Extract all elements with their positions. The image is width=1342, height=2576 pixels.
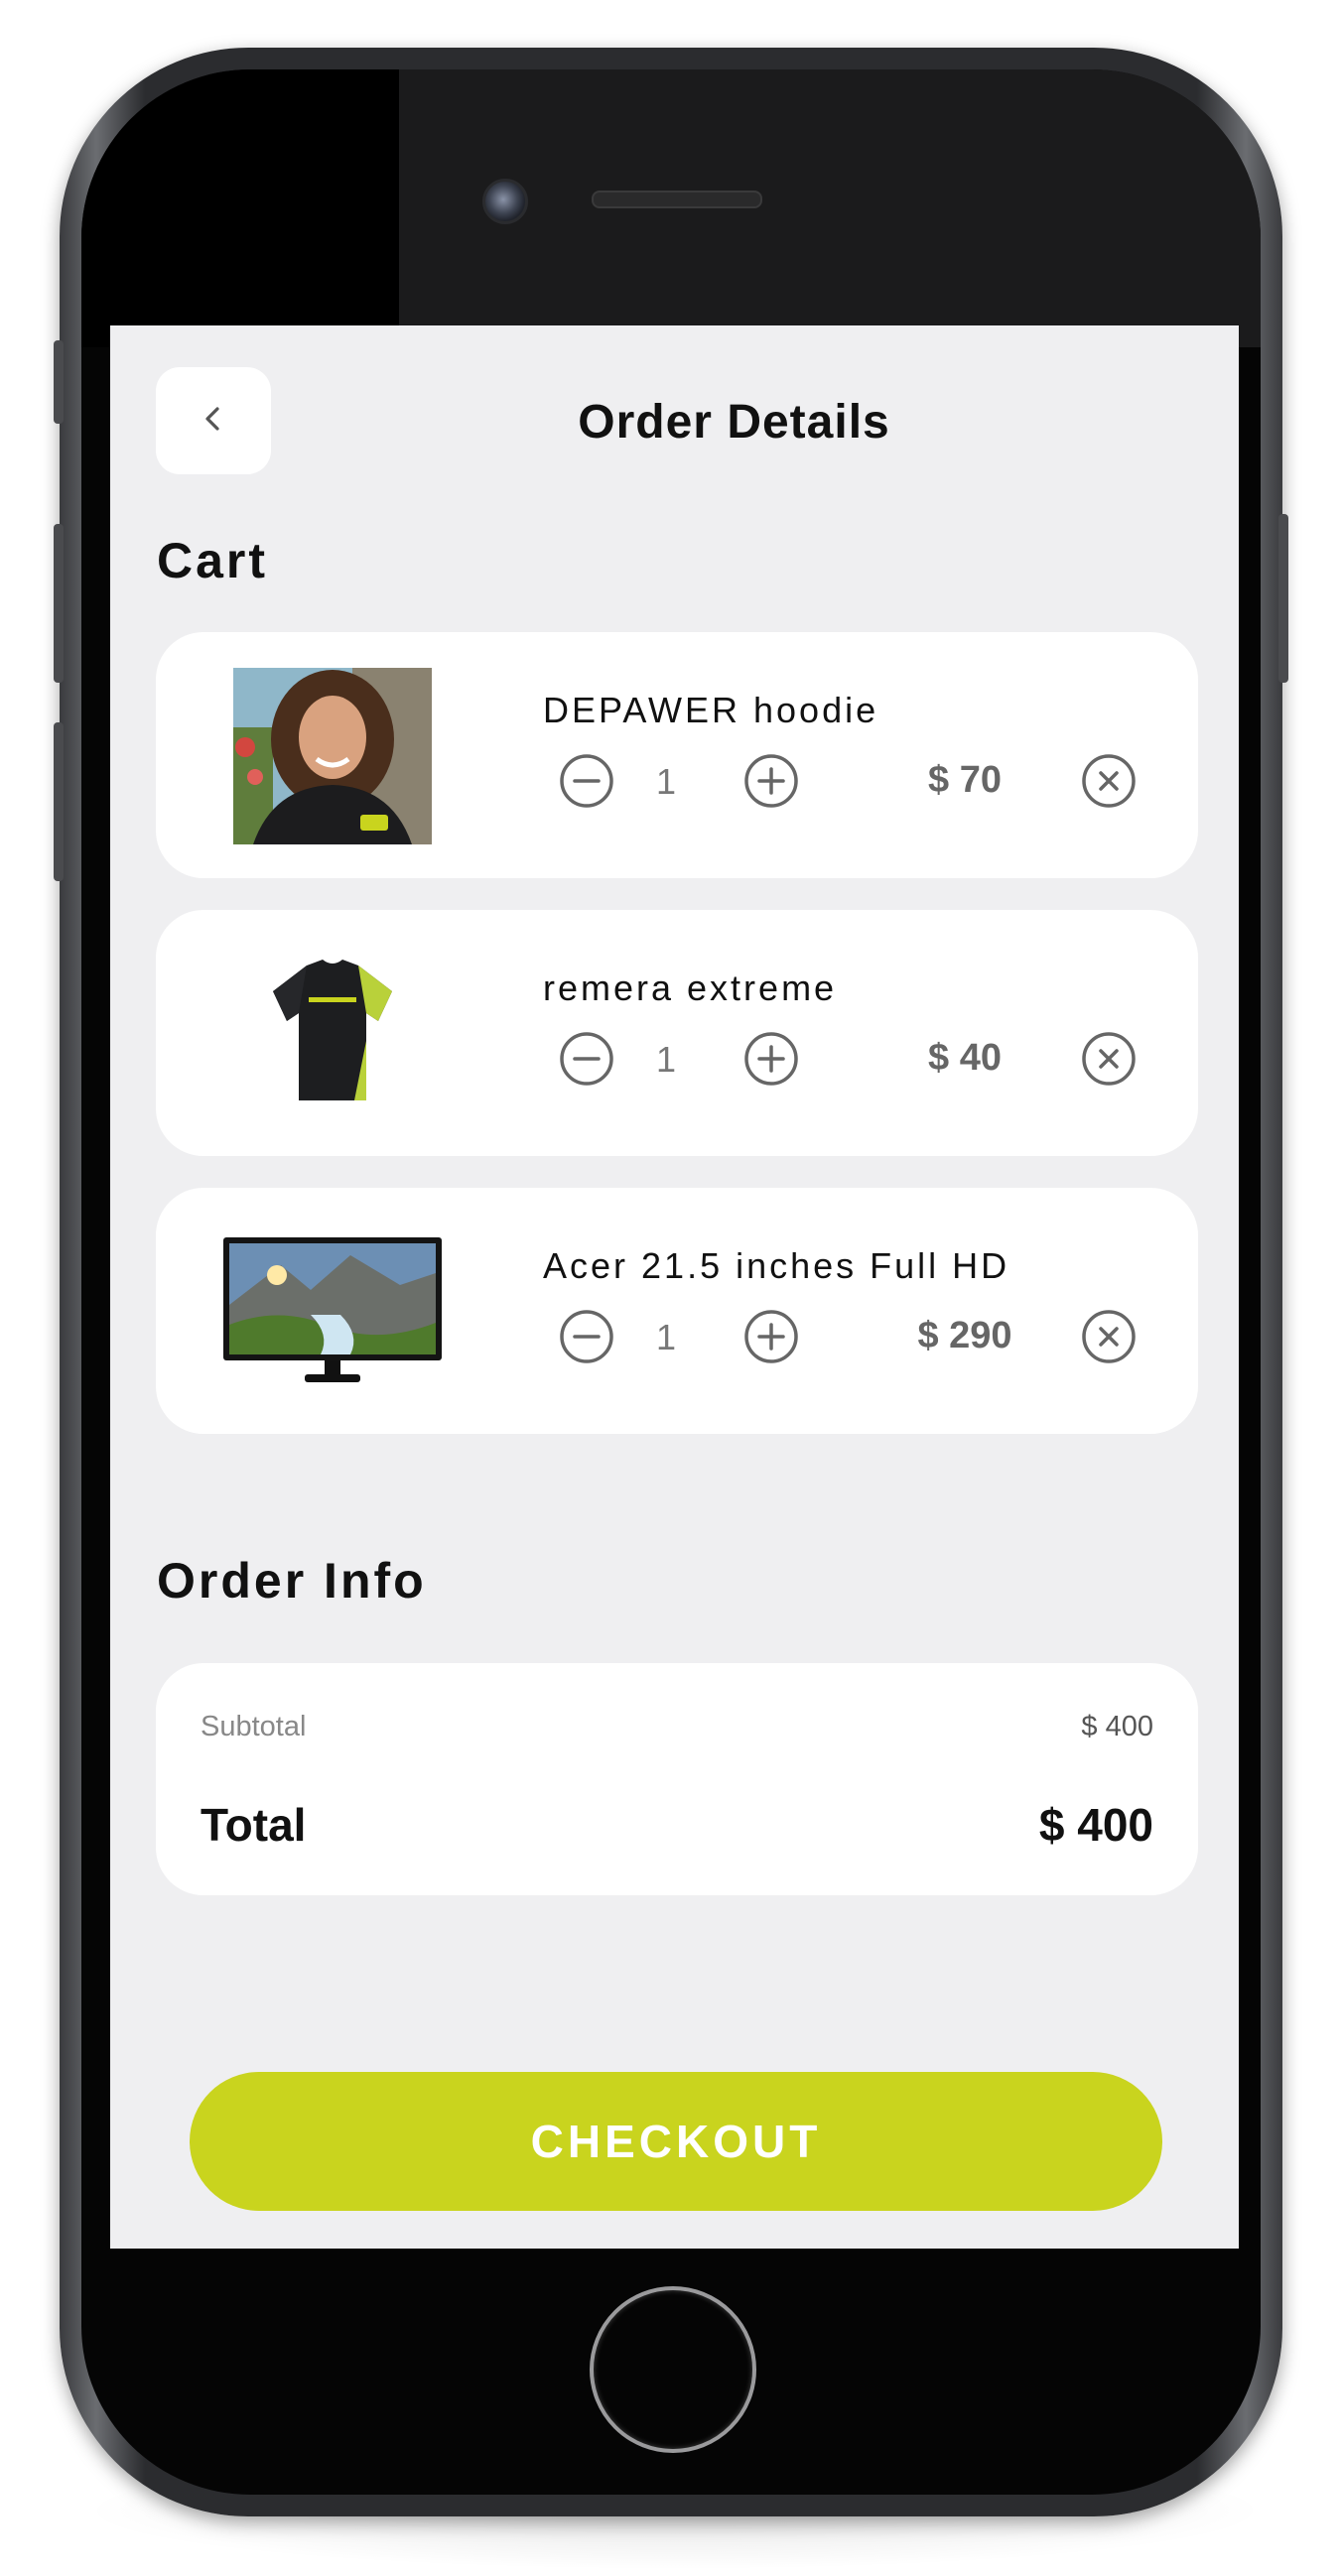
close-circle-icon [1081, 1310, 1137, 1368]
item-price: $ 40 [928, 1037, 1002, 1079]
total-value: $ 400 [1038, 1799, 1153, 1851]
increase-quantity-button[interactable] [743, 1309, 799, 1364]
item-name: remera extreme [543, 967, 838, 1008]
glass-reflection [81, 69, 1261, 347]
item-price: $ 290 [917, 1315, 1012, 1356]
monitor-photo [221, 1235, 444, 1388]
mute-switch [54, 340, 64, 424]
minus-circle-icon [559, 1310, 614, 1368]
checkout-button[interactable]: CHECKOUT [190, 2072, 1162, 2211]
close-circle-icon [1081, 754, 1137, 813]
front-camera [482, 179, 528, 224]
volume-up-button [54, 524, 64, 683]
hoodie-person-photo [233, 668, 432, 844]
app-screen: Order Details Cart DEPAWER hoodie 1 $ 70… [110, 325, 1239, 2249]
quantity-value: 1 [655, 761, 677, 802]
remove-item-button[interactable] [1081, 753, 1137, 809]
subtotal-value: $ 400 [1081, 1711, 1153, 1742]
total-label: Total [201, 1799, 307, 1851]
order-summary-card: Subtotal $ 400 Total $ 400 [156, 1663, 1198, 1895]
decrease-quantity-button[interactable] [559, 1309, 614, 1364]
earpiece-speaker [592, 191, 762, 208]
cart-title: Cart [157, 533, 269, 588]
minus-circle-icon [559, 754, 614, 813]
page-title: Order Details [578, 396, 890, 449]
close-circle-icon [1081, 1032, 1137, 1091]
increase-quantity-button[interactable] [743, 753, 799, 809]
plus-circle-icon [743, 1032, 799, 1091]
cart-item: remera extreme 1 $ 40 [156, 910, 1198, 1156]
minus-circle-icon [559, 1032, 614, 1091]
plus-circle-icon [743, 1310, 799, 1368]
remove-item-button[interactable] [1081, 1309, 1137, 1364]
order-info-title: Order Info [157, 1553, 427, 1609]
quantity-value: 1 [655, 1317, 677, 1357]
item-name: DEPAWER hoodie [543, 690, 879, 730]
increase-quantity-button[interactable] [743, 1031, 799, 1087]
home-button[interactable] [590, 2286, 756, 2453]
remove-item-button[interactable] [1081, 1031, 1137, 1087]
item-name: Acer 21.5 inches Full HD [543, 1245, 1010, 1286]
tshirt-photo [263, 952, 402, 1114]
item-price: $ 70 [928, 759, 1002, 801]
power-button [1278, 514, 1288, 683]
decrease-quantity-button[interactable] [559, 1031, 614, 1087]
cart-item: Acer 21.5 inches Full HD 1 $ 290 [156, 1188, 1198, 1434]
volume-down-button [54, 722, 64, 881]
plus-circle-icon [743, 754, 799, 813]
quantity-value: 1 [655, 1039, 677, 1080]
decrease-quantity-button[interactable] [559, 753, 614, 809]
subtotal-label: Subtotal [201, 1711, 307, 1742]
cart-item: DEPAWER hoodie 1 $ 70 [156, 632, 1198, 878]
